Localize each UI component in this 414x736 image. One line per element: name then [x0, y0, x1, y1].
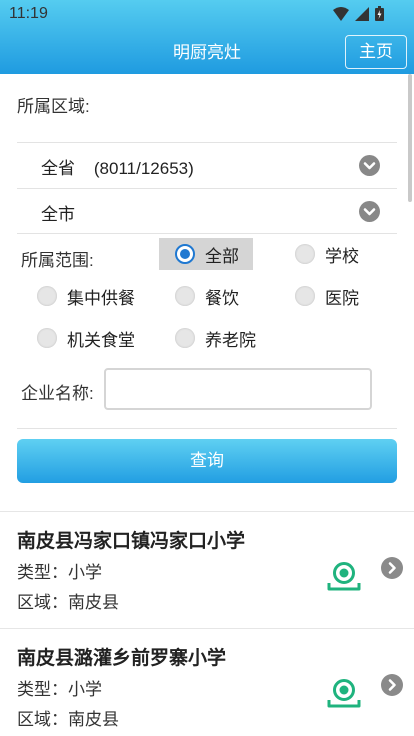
- scope-option-elderly-home[interactable]: 养老院: [175, 322, 256, 354]
- result-item[interactable]: 南皮县潞灌乡前罗寨小学 类型：小学 区域：南皮县: [0, 629, 414, 736]
- company-label: 企业名称:: [21, 384, 94, 403]
- home-button[interactable]: 主页: [345, 35, 407, 69]
- radio-icon: [37, 328, 57, 348]
- chevron-down-icon: [359, 201, 380, 222]
- app-header: 11:19 明厨亮灶 主页: [0, 0, 414, 74]
- status-bar: 11:19: [0, 0, 414, 28]
- region-label: 所属区域:: [17, 97, 90, 116]
- camera-icon[interactable]: [326, 558, 362, 594]
- radio-icon: [37, 286, 57, 306]
- result-area: 区域：南皮县: [17, 710, 119, 729]
- scope-option-hospital[interactable]: 医院: [295, 280, 359, 312]
- result-area: 区域：南皮县: [17, 593, 119, 612]
- signal-icon: [355, 6, 369, 21]
- scope-option-label: 机关食堂: [67, 330, 135, 350]
- scope-option-all[interactable]: 全部: [159, 238, 253, 270]
- scope-option-central-supply[interactable]: 集中供餐: [37, 280, 135, 312]
- scope-option-label: 医院: [325, 288, 359, 308]
- chevron-down-icon: [359, 155, 380, 176]
- result-type: 类型：小学: [17, 680, 102, 699]
- radio-icon: [295, 286, 315, 306]
- radio-icon: [295, 244, 315, 264]
- scrollbar[interactable]: [408, 74, 412, 202]
- divider: [17, 428, 397, 429]
- status-time: 11:19: [9, 5, 48, 22]
- chevron-right-icon[interactable]: [381, 674, 403, 696]
- battery-icon: [375, 6, 384, 21]
- chevron-right-icon[interactable]: [381, 557, 403, 579]
- province-value: 全省 (8011/12653): [41, 159, 194, 178]
- radio-icon: [175, 328, 195, 348]
- radio-selected-icon: [175, 244, 195, 264]
- province-select[interactable]: 全省 (8011/12653): [17, 143, 397, 187]
- city-value: 全市: [41, 205, 75, 224]
- scope-label: 所属范围:: [21, 251, 94, 270]
- camera-icon[interactable]: [326, 675, 362, 711]
- scope-option-label: 集中供餐: [67, 288, 135, 308]
- divider: [17, 233, 397, 234]
- city-select[interactable]: 全市: [17, 189, 397, 233]
- scope-option-label: 全部: [205, 246, 239, 266]
- scope-option-canteen[interactable]: 机关食堂: [37, 322, 135, 354]
- query-button[interactable]: 查询: [17, 439, 397, 483]
- result-type: 类型：小学: [17, 563, 102, 582]
- result-item[interactable]: 南皮县冯家口镇冯家口小学 类型：小学 区域：南皮县: [0, 512, 414, 629]
- radio-icon: [175, 286, 195, 306]
- scope-option-label: 学校: [325, 246, 359, 266]
- status-icons: [333, 6, 384, 21]
- result-name: 南皮县潞灌乡前罗寨小学: [17, 648, 227, 669]
- scope-option-label: 餐饮: [205, 288, 239, 308]
- scope-option-label: 养老院: [205, 330, 256, 350]
- scope-option-catering[interactable]: 餐饮: [175, 280, 239, 312]
- result-name: 南皮县冯家口镇冯家口小学: [17, 531, 246, 552]
- scope-option-school[interactable]: 学校: [295, 238, 359, 270]
- company-name-input[interactable]: [104, 368, 372, 410]
- wifi-icon: [333, 6, 349, 21]
